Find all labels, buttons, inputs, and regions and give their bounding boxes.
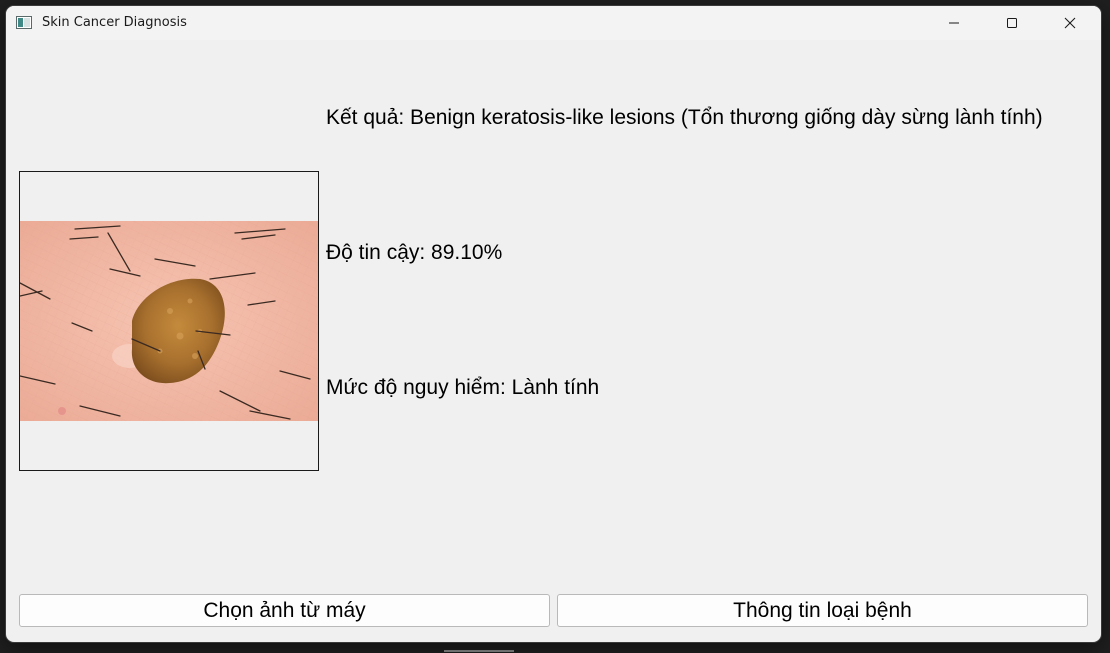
risk-level-label: Mức độ nguy hiểm: Lành tính <box>326 376 600 399</box>
minimize-icon <box>949 22 959 24</box>
taskbar-indicator <box>444 650 514 652</box>
app-window: Skin Cancer Diagnosis Kết quả: Benign ke… <box>6 6 1101 642</box>
title-bar[interactable]: Skin Cancer Diagnosis <box>6 6 1101 40</box>
close-button[interactable] <box>1047 6 1093 40</box>
app-window-icon <box>16 16 32 29</box>
confidence-label: Độ tin cậy: 89.10% <box>326 241 503 264</box>
choose-image-button[interactable]: Chọn ảnh từ máy <box>19 594 550 627</box>
window-title: Skin Cancer Diagnosis <box>42 15 187 30</box>
close-icon <box>1064 17 1076 29</box>
disease-info-button[interactable]: Thông tin loại bệnh <box>557 594 1088 627</box>
image-preview <box>19 171 319 471</box>
maximize-icon <box>1007 18 1017 28</box>
skin-lesion-image <box>20 221 318 421</box>
maximize-button[interactable] <box>989 6 1035 40</box>
diagnosis-result-label: Kết quả: Benign keratosis-like lesions (… <box>326 106 1043 129</box>
minimize-button[interactable] <box>931 6 977 40</box>
